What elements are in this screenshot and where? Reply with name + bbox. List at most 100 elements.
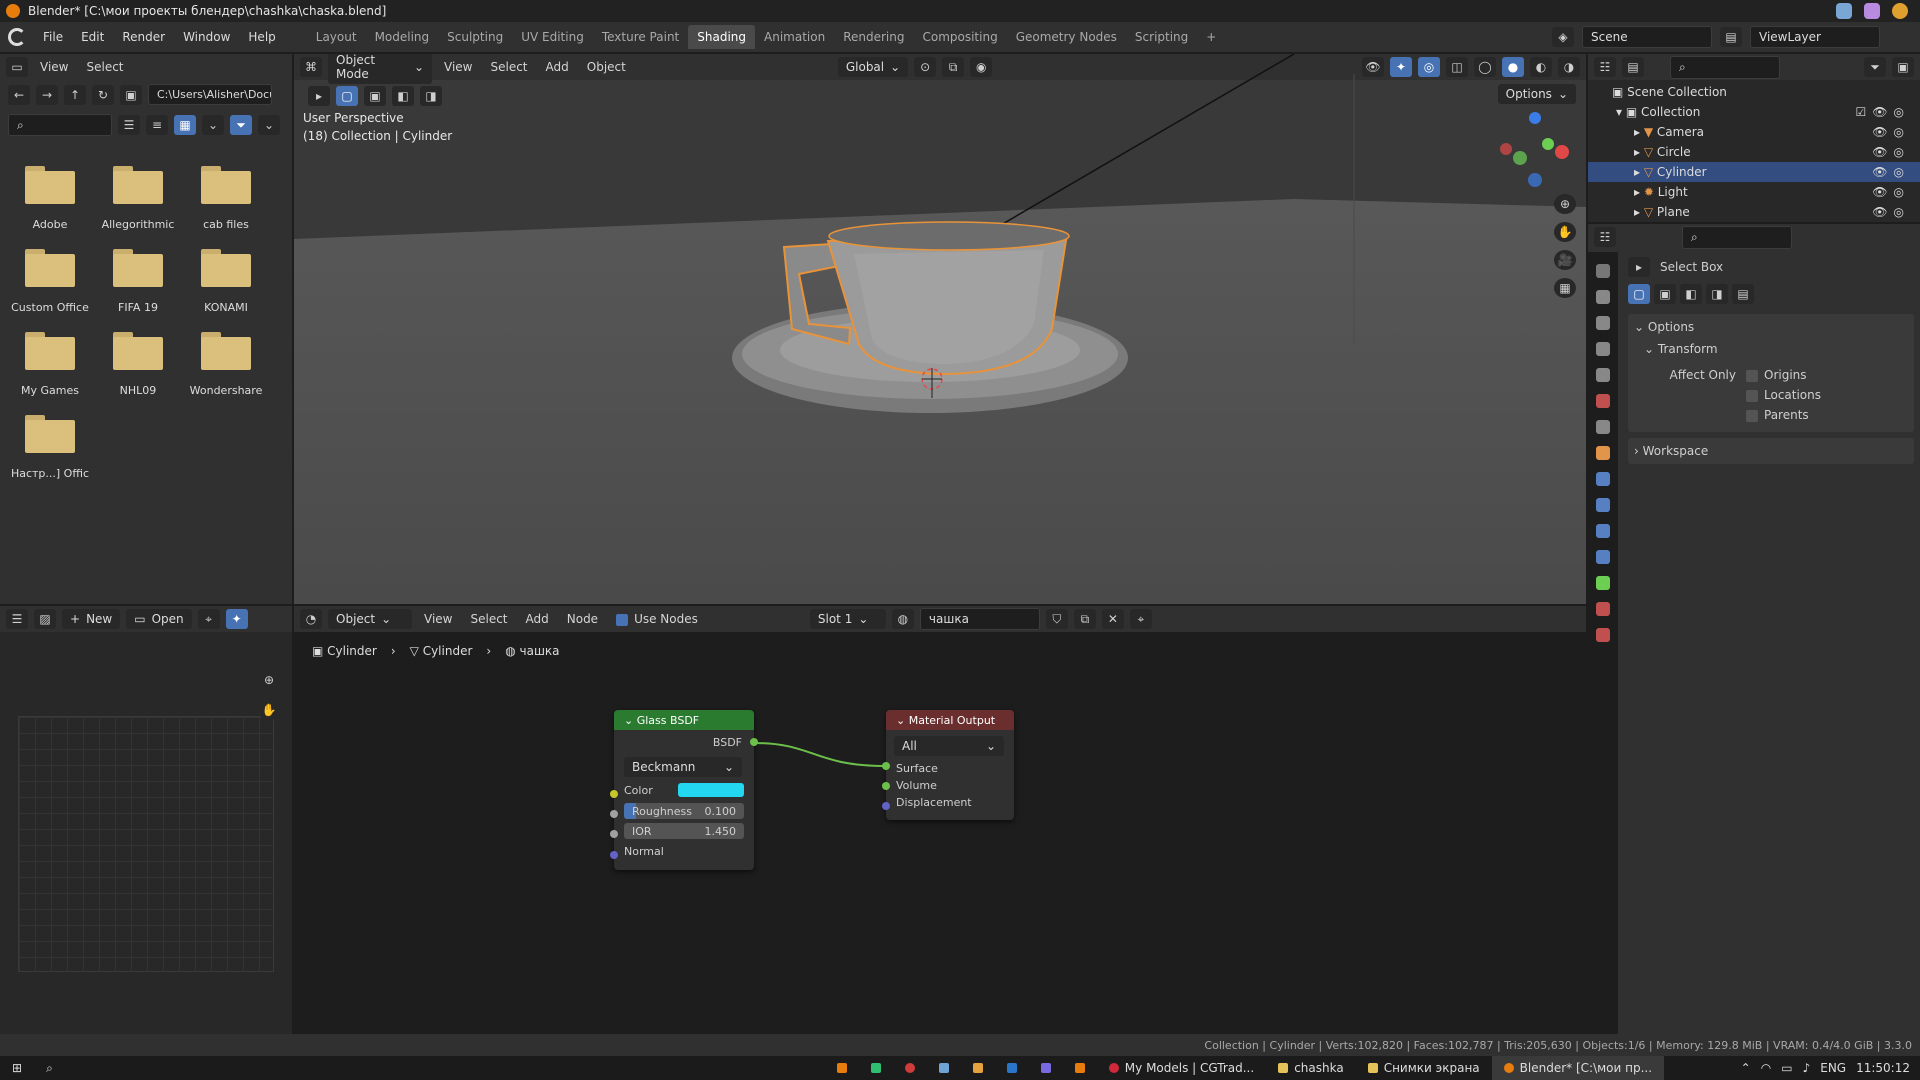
editor-type-icon[interactable]: ▭ <box>6 57 28 77</box>
outliner-item-cylinder[interactable]: ▸ ▽ Cylinder 👁◎ <box>1588 162 1920 182</box>
workspace-section[interactable]: › Workspace <box>1628 438 1914 464</box>
expand-chevron-icon[interactable]: ▸ <box>1634 165 1644 179</box>
select-new-icon[interactable]: ▢ <box>1628 284 1650 304</box>
expand-chevron-icon[interactable]: ▸ <box>1634 125 1644 139</box>
parents-checkbox[interactable]: Parents <box>1746 408 1821 422</box>
view-layer-tab-icon[interactable] <box>1596 342 1610 356</box>
discord-taskbar-icon[interactable] <box>1029 1056 1063 1080</box>
volume-input-socket[interactable] <box>882 782 890 790</box>
filter-icon[interactable]: ⏷ <box>230 115 252 135</box>
glass-bsdf-node[interactable]: ⌄ Glass BSDF BSDF Beckmann ⌄ Color Roughn… <box>610 710 758 870</box>
pan-hand-icon[interactable]: ✋ <box>258 700 280 720</box>
cup-model-render[interactable] <box>294 54 1586 604</box>
scene-name-field[interactable]: Scene <box>1582 26 1712 48</box>
visibility-toggles[interactable]: 👁◎ <box>1872 205 1920 219</box>
expand-chevron-icon[interactable]: ▸ <box>1634 185 1644 199</box>
menu-edit[interactable]: Edit <box>72 30 113 44</box>
menu-render[interactable]: Render <box>113 30 174 44</box>
origins-checkbox[interactable]: Origins <box>1746 368 1821 382</box>
camera-view-icon[interactable]: 🎥 <box>1554 250 1576 270</box>
scene-tab-icon[interactable] <box>1596 368 1610 382</box>
tab-rendering[interactable]: Rendering <box>834 25 913 49</box>
tab-geometry-nodes[interactable]: Geometry Nodes <box>1007 25 1126 49</box>
menu-help[interactable]: Help <box>239 30 284 44</box>
physics-tab-icon[interactable] <box>1596 524 1610 538</box>
language-indicator[interactable]: ENG <box>1820 1061 1846 1075</box>
roughness-input-socket[interactable] <box>610 810 618 818</box>
image-canvas-grid[interactable] <box>18 716 274 972</box>
refresh-icon[interactable]: ↻ <box>92 84 114 105</box>
tab-animation[interactable]: Animation <box>755 25 834 49</box>
steam-taskbar-icon[interactable] <box>927 1056 961 1080</box>
modifier-tab-icon[interactable] <box>1596 472 1610 486</box>
clock[interactable]: 11:50:12 <box>1856 1061 1910 1075</box>
file-browser-menu-view[interactable]: View <box>34 60 74 74</box>
color-input-socket[interactable] <box>610 790 618 798</box>
tab-sculpting[interactable]: Sculpting <box>438 25 512 49</box>
thumbnails-icon[interactable]: ▦ <box>174 115 196 135</box>
outliner-search-input[interactable]: ⌕ <box>1670 55 1780 79</box>
select-invert-icon[interactable]: ◨ <box>1706 284 1728 304</box>
folder-item[interactable]: KONAMI <box>182 245 270 314</box>
filter-options-chevron-icon[interactable]: ⌄ <box>258 115 280 135</box>
collection-tab-icon[interactable] <box>1596 420 1610 434</box>
taskbar-search-icon[interactable]: ⌕ <box>34 1056 65 1080</box>
display-mode-icon[interactable]: ▤ <box>1622 57 1644 77</box>
windows-start-icon[interactable]: ⊞ <box>0 1056 34 1080</box>
properties-search-input[interactable]: ⌕ <box>1682 225 1792 249</box>
material-output-node[interactable]: ⌄ Material Output All ⌄ Surface Volume Di… <box>882 710 1014 820</box>
output-tab-icon[interactable] <box>1596 316 1610 330</box>
blender-taskbar-icon[interactable] <box>825 1056 859 1080</box>
folder-item[interactable]: FIFA 19 <box>94 245 182 314</box>
folder-item[interactable]: Custom Office <box>6 245 94 314</box>
outliner-scene-collection[interactable]: ▣ Scene Collection <box>1588 82 1920 102</box>
tab-scripting[interactable]: Scripting <box>1126 25 1197 49</box>
normal-input-socket[interactable] <box>610 851 618 859</box>
outliner-item-circle[interactable]: ▸ ▽ Circle 👁◎ <box>1588 142 1920 162</box>
outliner-item-camera[interactable]: ▸ ▼ Camera 👁◎ <box>1588 122 1920 142</box>
3d-viewport[interactable]: ⌘ Object Mode ⌄ View Select Add Object Gl… <box>294 54 1586 604</box>
taskbar-blender-window[interactable]: Blender* [C:\мои пр... <box>1491 1056 1665 1080</box>
folder-item[interactable]: Allegorithmic <box>94 162 182 231</box>
zoom-icon[interactable]: ⊕ <box>1554 194 1576 214</box>
add-workspace-button[interactable]: + <box>1197 25 1225 49</box>
folder-item[interactable]: My Games <box>6 328 94 397</box>
visibility-toggles[interactable]: 👁◎ <box>1872 185 1920 199</box>
taskbar-opera-window[interactable]: My Models | CGTrad... <box>1097 1056 1266 1080</box>
scene-icon[interactable]: ◈ <box>1552 27 1574 47</box>
gizmo-icon[interactable]: ✦ <box>225 609 248 629</box>
visibility-toggles[interactable]: 👁◎ <box>1872 165 1920 179</box>
tab-compositing[interactable]: Compositing <box>913 25 1006 49</box>
texture-tab-icon[interactable] <box>1596 628 1610 642</box>
battery-icon[interactable]: ▭ <box>1781 1061 1792 1075</box>
editor-type-icon[interactable]: ☷ <box>1594 227 1616 247</box>
expand-chevron-icon[interactable]: ▾ <box>1616 105 1626 119</box>
taskbar-explorer-window[interactable]: chashka <box>1266 1056 1356 1080</box>
parent-dir-icon[interactable]: ↑ <box>64 84 86 105</box>
constraints-tab-icon[interactable] <box>1596 550 1610 564</box>
expand-chevron-icon[interactable]: ▸ <box>1634 205 1644 219</box>
tab-layout[interactable]: Layout <box>307 25 366 49</box>
select-box-icon[interactable]: ▸ <box>1628 257 1650 277</box>
display-settings-chevron-icon[interactable]: ⌄ <box>202 115 224 135</box>
color-swatch[interactable] <box>678 783 744 797</box>
transform-subheader[interactable]: ⌄ Transform <box>1644 342 1908 356</box>
tray-app-icon-2[interactable] <box>1864 3 1880 19</box>
menu-file[interactable]: File <box>34 30 72 44</box>
ortho-grid-icon[interactable]: ▦ <box>1554 278 1576 298</box>
vertical-list-icon[interactable]: ☰ <box>118 115 140 135</box>
roughness-slider[interactable]: Roughness 0.100 <box>624 803 744 819</box>
filter-icon[interactable]: ⏷ <box>1864 57 1886 77</box>
collapse-chevron-icon[interactable]: ⌄ <box>624 714 637 727</box>
forward-arrow-icon[interactable]: → <box>36 84 58 105</box>
ior-input-socket[interactable] <box>610 830 618 838</box>
world-tab-icon[interactable] <box>1596 394 1610 408</box>
folder-item[interactable]: NHL09 <box>94 328 182 397</box>
shader-node-editor[interactable]: ◔ Object ⌄ View Select Add Node Use Nodes… <box>294 606 1586 1034</box>
select-extend-icon[interactable]: ▣ <box>1654 284 1676 304</box>
volume-icon[interactable]: ♪ <box>1803 1061 1811 1075</box>
horizontal-list-icon[interactable]: ≡ <box>146 115 168 135</box>
locations-checkbox[interactable]: Locations <box>1746 388 1821 402</box>
file-browser-menu-select[interactable]: Select <box>80 60 129 74</box>
folder-item[interactable]: Adobe <box>6 162 94 231</box>
